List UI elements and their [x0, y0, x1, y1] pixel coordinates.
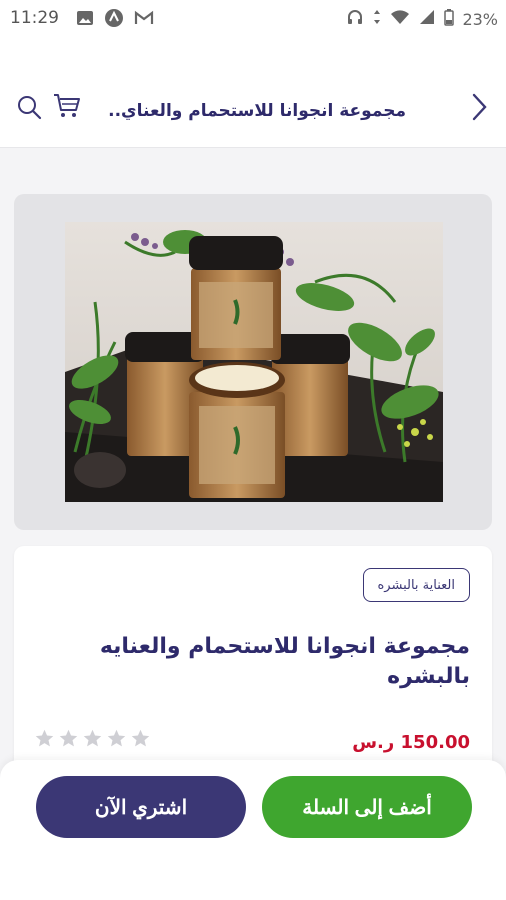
- buy-now-button[interactable]: اشتري الآن: [36, 776, 246, 838]
- app-header: مجموعة انجوانا للاستحمام والعناي..: [0, 36, 506, 148]
- star-icon: [82, 728, 103, 749]
- star-icon: [106, 728, 127, 749]
- page-title: مجموعة انجوانا للاستحمام والعناي..: [108, 101, 406, 121]
- cart-button[interactable]: [50, 92, 84, 124]
- star-icon: [130, 728, 151, 749]
- rating-stars: [34, 728, 151, 749]
- status-bar: 11:29 23%: [0, 0, 506, 36]
- headphones-icon: [346, 8, 364, 30]
- bottom-action-bar: اشتري الآن أضف إلى السلة: [0, 760, 506, 900]
- signal-icon: [418, 8, 436, 30]
- data-arrows-icon: [372, 8, 382, 30]
- wifi-icon: [390, 9, 410, 29]
- product-image-card: [14, 194, 492, 530]
- status-time: 11:29: [10, 8, 59, 28]
- product-price: 150.00 ر.س: [352, 732, 470, 753]
- cart-icon: [52, 92, 82, 124]
- search-icon: [16, 94, 42, 124]
- add-to-cart-button[interactable]: أضف إلى السلة: [262, 776, 472, 838]
- star-icon: [58, 728, 79, 749]
- battery-percentage: 23%: [462, 9, 498, 29]
- vpn-icon: [104, 8, 124, 32]
- category-chip[interactable]: العناية بالبشره: [362, 568, 470, 602]
- battery-icon: [444, 8, 455, 30]
- product-title: مجموعة انجوانا للاستحمام والعنايه بالبشر…: [99, 634, 470, 689]
- back-button[interactable]: [464, 92, 494, 126]
- image-icon: [76, 9, 94, 31]
- star-icon: [34, 728, 55, 749]
- gmail-icon: [134, 10, 154, 30]
- chevron-right-icon: [469, 92, 489, 126]
- product-image[interactable]: [65, 222, 443, 502]
- search-button[interactable]: [14, 94, 44, 124]
